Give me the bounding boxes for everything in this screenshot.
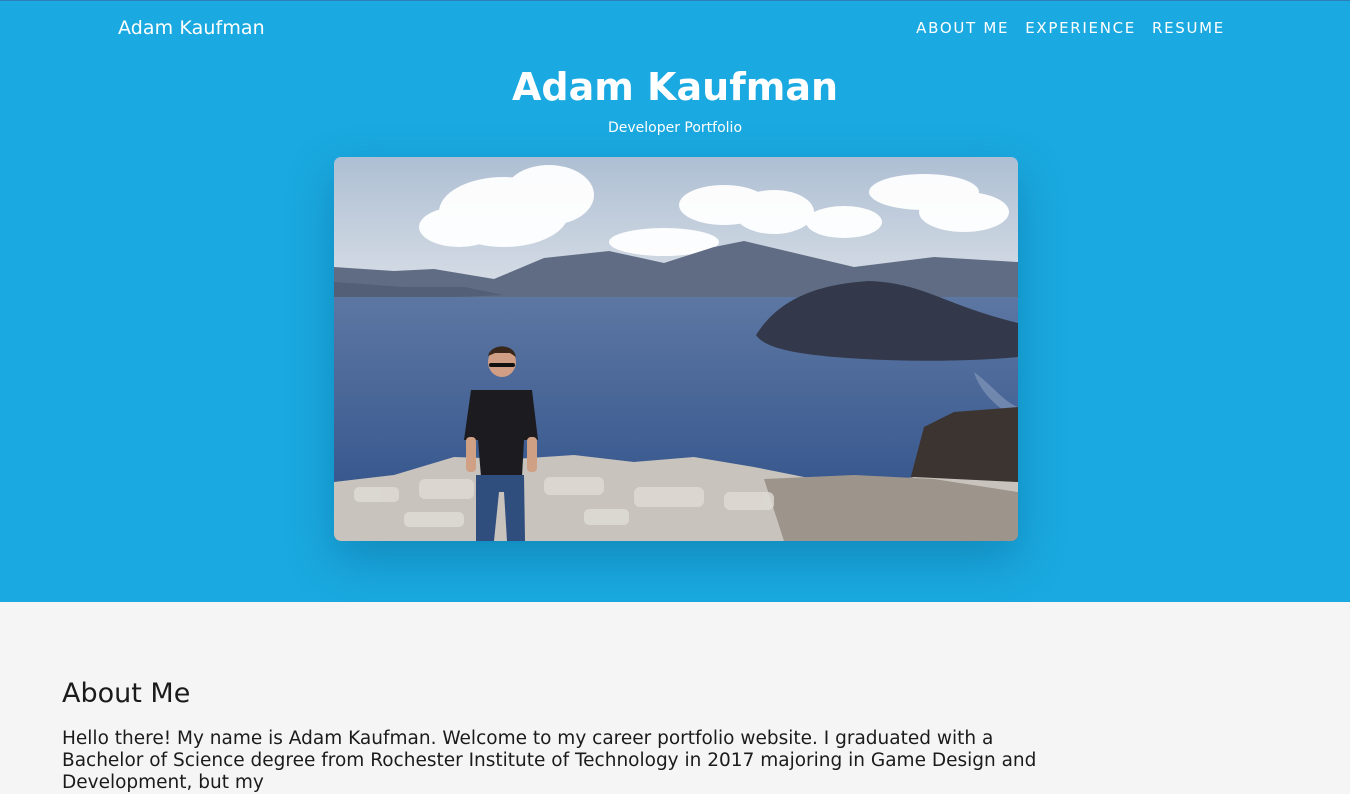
nav-link-experience[interactable]: EXPERIENCE: [1025, 19, 1136, 37]
brand-link[interactable]: Adam Kaufman: [118, 17, 265, 39]
lake-landscape-image: [334, 157, 1018, 541]
nav-link-about-me[interactable]: ABOUT ME: [916, 19, 1009, 37]
main-nav: ABOUT ME EXPERIENCE RESUME: [916, 19, 1225, 37]
about-section: About Me Hello there! My name is Adam Ka…: [0, 602, 1350, 793]
hero-photo: [334, 157, 1018, 541]
about-paragraph: Hello there! My name is Adam Kaufman. We…: [62, 728, 1037, 793]
page-title: Adam Kaufman: [511, 65, 839, 109]
hero-section: Adam Kaufman ABOUT ME EXPERIENCE RESUME …: [0, 0, 1350, 602]
about-heading: About Me: [62, 678, 191, 709]
nav-link-resume[interactable]: RESUME: [1152, 19, 1225, 37]
page-subtitle: Developer Portfolio: [607, 120, 743, 136]
